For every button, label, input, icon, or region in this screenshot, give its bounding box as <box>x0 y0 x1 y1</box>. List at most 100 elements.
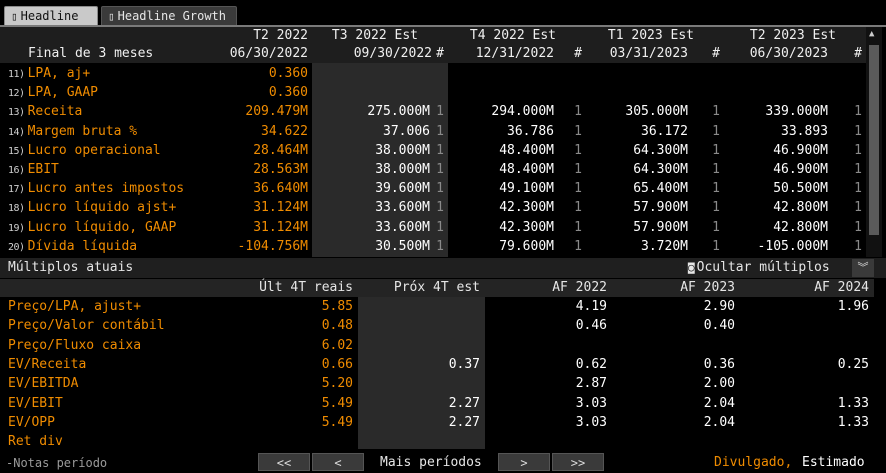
multiple-value: 5.49 <box>321 395 353 411</box>
actual-value: 34.622 <box>261 123 308 139</box>
estimate-count: 1 <box>712 219 720 235</box>
row-label: 19) Lucro líquido, GAAP <box>8 218 208 237</box>
collapse-chevron-icon[interactable]: ︾ <box>852 259 874 277</box>
hide-multiples-button[interactable]: ◙ Ocultar múltiplos <box>688 259 830 277</box>
multiple-value: 0.66 <box>321 356 353 372</box>
col-title-1: T3 2022 Est <box>312 27 448 45</box>
estimate-row[interactable]: 13) Receita 209.479M 275.000M 1 294.000M 1 305.… <box>0 102 886 121</box>
multiple-value: 2.27 <box>448 395 480 411</box>
multiple-value: 2.90 <box>703 299 735 314</box>
multiple-value: 2.00 <box>703 376 735 392</box>
multiple-value: 3.03 <box>575 395 607 411</box>
estimate-count: 1 <box>436 181 444 197</box>
estimate-value: 42.300M <box>499 219 554 235</box>
multiple-value: 2.27 <box>448 414 480 430</box>
estimate-count: 1 <box>854 219 862 235</box>
estimate-value <box>586 64 710 83</box>
multiple-value: 0.36 <box>703 356 735 372</box>
multiple-value: 0.48 <box>321 318 353 334</box>
multiple-row[interactable]: EV/EBIT 5.49 2.27 3.03 2.04 1.33 <box>0 394 886 413</box>
tab-headline[interactable]: ▯ Headline <box>4 6 98 25</box>
estimate-count: 1 <box>574 142 582 158</box>
estimate-value: 339.000M <box>765 104 828 120</box>
row-number: 17) <box>8 184 25 196</box>
vertical-scrollbar[interactable]: ▲ <box>866 27 882 257</box>
legend-estimated: Estimado <box>802 455 865 470</box>
col-count-2: # <box>572 45 586 63</box>
multiple-row[interactable]: EV/EBITDA 5.20 2.87 2.00 <box>0 374 886 393</box>
estimate-row[interactable]: 15) Lucro operacional 28.464M 38.000M 1 48.40… <box>0 141 886 160</box>
document-icon: ▯ <box>108 10 115 23</box>
multiple-row[interactable]: EV/Receita 0.66 0.37 0.62 0.36 0.25 <box>0 355 886 374</box>
estimate-count: 1 <box>574 104 582 120</box>
estimate-value: 42.800M <box>773 219 828 235</box>
estimate-count <box>572 64 586 83</box>
last-period-button[interactable]: >> <box>552 453 604 471</box>
estimate-value: 57.900M <box>633 219 688 235</box>
previous-period-button[interactable]: < <box>312 453 364 471</box>
estimate-count: 1 <box>712 123 720 139</box>
estimate-row[interactable]: 19) Lucro líquido, GAAP 31.124M 33.600M 1 42.… <box>0 218 886 237</box>
row-label-text: Lucro operacional <box>27 142 161 158</box>
header-spacer <box>0 27 228 45</box>
row-label-text: EBIT <box>27 162 59 177</box>
row-number: 15) <box>8 145 25 157</box>
period-notes-link[interactable]: -Notas período <box>6 454 107 472</box>
section-title: Múltiplos atuais <box>8 260 134 275</box>
estimate-row[interactable]: 14) Margem bruta % 34.622 37.006 1 36.786 1 36.… <box>0 122 886 141</box>
row-label: 18) Lucro líquido ajst+ <box>8 198 208 217</box>
multiple-value <box>612 336 740 355</box>
estimate-value: 30.500M <box>375 238 430 254</box>
multiple-row[interactable]: Preço/Fluxo caixa 6.02 <box>0 336 886 355</box>
estimate-count: 1 <box>574 200 582 216</box>
multiple-value <box>485 432 612 451</box>
estimate-row[interactable]: 11) LPA, aj+ 0.360 <box>0 64 886 83</box>
row-number: 14) <box>8 126 25 138</box>
estimate-count: 1 <box>436 238 444 254</box>
estimate-count <box>572 83 586 102</box>
estimate-row[interactable]: 18) Lucro líquido ajst+ 31.124M 33.600M 1 42.… <box>0 198 886 217</box>
estimate-count: 1 <box>712 238 720 254</box>
row-label-text: Lucro líquido ajst+ <box>27 200 177 216</box>
multiple-value: 0.40 <box>703 318 735 334</box>
multiple-row[interactable]: Ret div <box>0 432 886 451</box>
first-period-button[interactable]: << <box>258 453 310 471</box>
scrollbar-thumb[interactable] <box>869 45 879 235</box>
multiple-value <box>358 432 485 451</box>
estimate-count: 1 <box>574 123 582 139</box>
multiple-label: EV/EBIT <box>8 395 63 411</box>
multiple-row[interactable]: EV/OPP 5.49 2.27 3.03 2.04 1.33 <box>0 413 886 432</box>
estimate-row[interactable]: 12) LPA, GAAP 0.360 <box>0 83 886 102</box>
row-label: 11) LPA, aj+ <box>8 64 208 83</box>
estimate-row[interactable]: 20) Dívida líquida -104.756M 30.500M 1 79.600… <box>0 237 886 256</box>
scroll-up-icon[interactable]: ▲ <box>869 29 874 39</box>
toggle-icon: ◙ <box>688 261 695 274</box>
col-count-1: # <box>434 45 448 63</box>
multiple-value <box>740 316 874 335</box>
row-number: 12) <box>8 88 25 100</box>
multiple-row[interactable]: Preço/LPA, ajust+ 5.85 4.19 2.90 1.96 <box>0 297 886 316</box>
multiple-value: 0.25 <box>837 356 869 372</box>
estimate-count: 1 <box>436 142 444 158</box>
multiple-value: 2.04 <box>703 395 735 411</box>
estimate-count <box>434 83 448 102</box>
estimate-value: 65.400M <box>633 181 688 197</box>
estimate-count: 1 <box>854 181 862 197</box>
multiple-value: 0.46 <box>575 318 607 334</box>
estimate-value: 42.800M <box>773 200 828 216</box>
estimate-row[interactable]: 17) Lucro antes impostos 36.640M 39.600M 1 49… <box>0 179 886 198</box>
estimate-row[interactable]: 16) EBIT 28.563M 38.000M 1 48.400M 1 64.300M 1 46… <box>0 160 886 179</box>
estimate-count: 1 <box>436 162 444 177</box>
row-label-text: Lucro líquido, GAAP <box>27 219 177 235</box>
multiple-value <box>358 297 485 316</box>
next-period-button[interactable]: > <box>498 453 550 471</box>
multiple-value: 3.03 <box>575 414 607 430</box>
estimate-value: 48.400M <box>499 142 554 158</box>
estimate-value: 48.400M <box>499 162 554 177</box>
tab-headline-growth[interactable]: ▯ Headline Growth <box>101 6 237 25</box>
multiple-value: 1.33 <box>837 414 869 430</box>
multiple-value <box>740 432 874 451</box>
estimate-count: 1 <box>436 104 444 120</box>
row-number: 19) <box>8 222 25 234</box>
multiple-row[interactable]: Preço/Valor contábil 0.48 0.46 0.40 <box>0 316 886 335</box>
